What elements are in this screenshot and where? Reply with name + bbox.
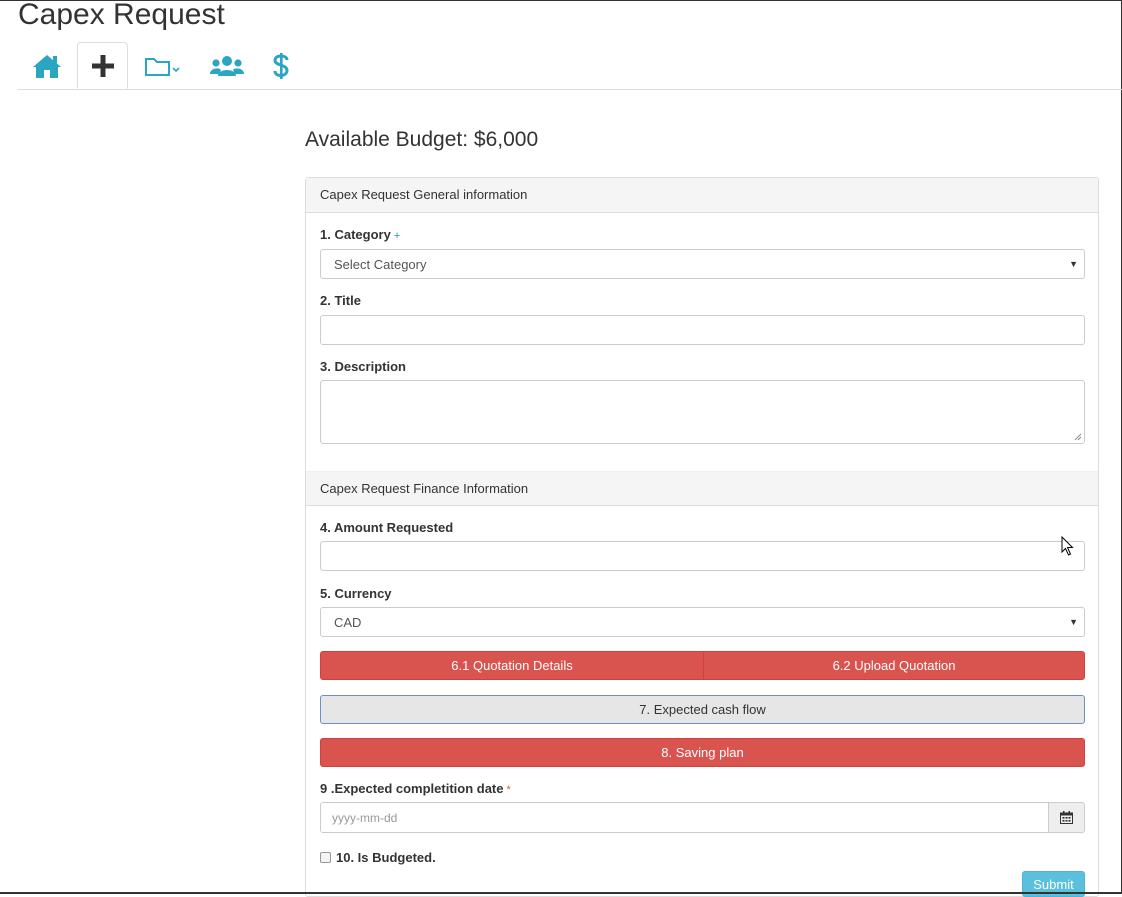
title-input[interactable] (320, 315, 1085, 345)
completion-date-placeholder: yyyy-mm-dd (332, 810, 398, 825)
plus-icon (91, 54, 114, 77)
description-textarea[interactable] (320, 380, 1085, 444)
tab-folder-menu[interactable] (138, 42, 188, 89)
calendar-button[interactable] (1048, 802, 1085, 833)
title-label: 2. Title (320, 293, 361, 308)
is-budgeted-label: 10. Is Budgeted. (336, 850, 436, 865)
category-required-mark: + (393, 230, 401, 242)
category-label: 1. Category + (320, 227, 400, 242)
chevron-down-icon: ▼ (1069, 259, 1078, 269)
completion-date-label-text: 9 .Expected completition date (320, 781, 504, 796)
completion-date-required-mark: * (506, 784, 511, 796)
currency-select-value: CAD (334, 614, 362, 630)
tab-budget[interactable] (258, 42, 304, 89)
chevron-down-icon: ▼ (1069, 617, 1078, 627)
available-budget: Available Budget: $6,000 (305, 128, 539, 151)
nav-tabs (18, 42, 1122, 90)
page-title: Capex Request (18, 0, 225, 31)
finance-info-heading: Capex Request Finance Information (306, 471, 1098, 506)
is-budgeted-row: 10. Is Budgeted. (320, 850, 436, 865)
currency-label: 5. Currency (320, 586, 392, 601)
capex-form-panel: Capex Request General information 1. Cat… (305, 177, 1099, 897)
mouse-cursor-icon (1061, 536, 1074, 556)
amount-input[interactable] (320, 541, 1085, 571)
tab-users[interactable] (202, 42, 252, 89)
completion-date-input[interactable]: yyyy-mm-dd (320, 802, 1049, 833)
amount-label: 4. Amount Requested (320, 520, 454, 535)
quotation-details-button[interactable]: 6.1 Quotation Details (320, 651, 704, 680)
is-budgeted-checkbox[interactable] (320, 852, 331, 863)
users-icon (210, 55, 244, 76)
description-label: 3. Description (320, 359, 406, 374)
dollar-icon (273, 52, 289, 79)
home-icon (33, 54, 61, 78)
general-info-heading: Capex Request General information (306, 178, 1098, 213)
folder-dropdown-icon (145, 57, 180, 76)
upload-quotation-button[interactable]: 6.2 Upload Quotation (703, 651, 1085, 680)
tab-home[interactable] (22, 42, 72, 89)
currency-select[interactable]: CAD ▼ (320, 607, 1085, 637)
tab-new-request[interactable] (77, 42, 128, 89)
resize-grip-icon[interactable] (1074, 433, 1082, 441)
expected-cash-flow-button[interactable]: 7. Expected cash flow (320, 695, 1085, 724)
calendar-icon (1060, 811, 1073, 824)
category-label-text: 1. Category (320, 227, 391, 242)
completion-date-label: 9 .Expected completition date * (320, 781, 511, 796)
category-select-value: Select Category (334, 256, 427, 272)
saving-plan-button[interactable]: 8. Saving plan (320, 738, 1085, 767)
category-select[interactable]: Select Category ▼ (320, 249, 1085, 279)
